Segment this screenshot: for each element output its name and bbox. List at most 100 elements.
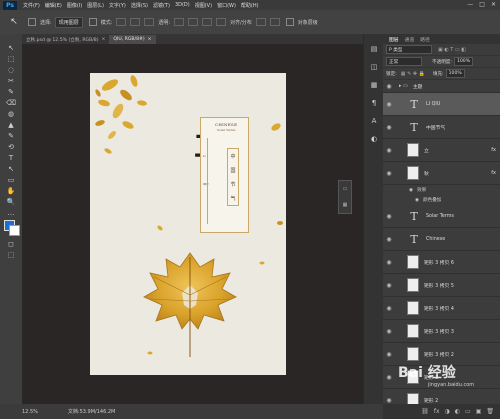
visibility-eye-icon[interactable]: ◉ (415, 198, 419, 203)
layer-row[interactable]: ◉ T Chinese (383, 228, 500, 251)
menu-file[interactable]: 文件(F) (23, 2, 40, 9)
visibility-eye-icon[interactable]: ◉ (383, 236, 395, 243)
properties-icon[interactable]: ◫ (364, 58, 384, 76)
gradient-tool-icon[interactable]: ▲ (0, 119, 22, 130)
menu-image[interactable]: 图像(I) (67, 2, 82, 9)
history-brush-icon[interactable]: ⟲ (0, 141, 22, 152)
distribute-icon[interactable] (216, 18, 227, 26)
menu-layer[interactable]: 图层(L) (87, 2, 104, 9)
tab-paths[interactable]: 路径 (420, 36, 430, 43)
tab-close-icon[interactable]: × (102, 37, 106, 42)
paragraph-icon[interactable]: ¶ (364, 94, 384, 112)
history-icon[interactable]: ▤ (364, 40, 384, 58)
visibility-eye-icon[interactable]: ◉ (383, 374, 395, 381)
quick-mask-icon[interactable]: ◻ (0, 238, 22, 249)
filter-icons[interactable]: ▣ ◐ T ▭ ◧ (438, 47, 466, 53)
close-button[interactable]: ✕ (491, 1, 496, 8)
visibility-eye-icon[interactable]: ◉ (383, 213, 395, 220)
document-size[interactable]: 文档:53.9M/146.2M (68, 408, 115, 415)
distribute-icon[interactable] (202, 18, 213, 26)
visibility-eye-icon[interactable]: ◉ (383, 397, 395, 404)
zoom-tool-icon[interactable]: 🔍 (0, 196, 22, 207)
layer-row[interactable]: ◉ 矩形 3 拷贝 3 (383, 320, 500, 343)
move-tool-icon[interactable]: ↖ (0, 42, 22, 53)
stamp-tool-icon[interactable]: ◍ (0, 108, 22, 119)
tab-layers[interactable]: 图层 (389, 36, 399, 43)
character-icon[interactable]: A (364, 112, 384, 130)
visibility-eye-icon[interactable]: ◉ (409, 188, 413, 193)
menu-view[interactable]: 视图(V) (195, 2, 212, 9)
layer-row[interactable]: ◉ 矩形 3 拷贝 4 (383, 297, 500, 320)
effect-item-row[interactable]: ◉ 颜色叠加 (383, 195, 500, 205)
layer-row[interactable]: ◉ 秋 fx (383, 162, 500, 185)
distribute-icon[interactable] (174, 18, 185, 26)
visibility-eye-icon[interactable]: ◉ (383, 328, 395, 335)
swatches-icon[interactable]: ▦ (364, 76, 384, 94)
layer-row-selected[interactable]: ◉ T LI QIU (383, 93, 500, 116)
transform-checkbox[interactable] (88, 18, 97, 26)
menu-edit[interactable]: 编辑(E) (45, 2, 62, 9)
layer-row[interactable]: ◉ T Solar Terms (383, 205, 500, 228)
new-group-icon[interactable]: ▭ (465, 408, 471, 415)
menu-filter[interactable]: 滤镜(T) (153, 2, 170, 9)
3d-mode-icon[interactable] (269, 18, 280, 26)
align-icon[interactable] (144, 18, 155, 26)
document-tab[interactable]: 立秋.psd @ 12.5% (立秋, RGB/8) × (22, 35, 109, 44)
fx-icon[interactable]: fx (491, 170, 496, 176)
menu-help[interactable]: 帮助(H) (241, 2, 259, 9)
background-color-swatch[interactable] (9, 225, 20, 236)
shape-tool-icon[interactable]: ▭ (0, 174, 22, 185)
eraser-tool-icon[interactable]: ⌫ (0, 97, 22, 108)
layer-row[interactable]: ◉ 矩形 3 拷贝 5 (383, 274, 500, 297)
path-select-icon[interactable]: ↖ (0, 163, 22, 174)
visibility-eye-icon[interactable]: ◉ (383, 124, 395, 131)
align-icon[interactable] (116, 18, 127, 26)
fill-input[interactable]: 100% (445, 69, 465, 78)
trash-icon[interactable]: 🗑 (486, 408, 494, 415)
mask-icon[interactable]: ◑ (445, 408, 450, 415)
lasso-tool-icon[interactable]: ◌ (0, 64, 22, 75)
maximize-button[interactable]: □ (479, 1, 485, 8)
hand-tool-icon[interactable]: ✋ (0, 185, 22, 196)
screen-mode-icon[interactable]: ⬚ (0, 249, 22, 260)
adjustments-icon[interactable]: ◐ (364, 130, 384, 148)
menu-select[interactable]: 选择(S) (131, 2, 148, 9)
minimize-button[interactable]: — (467, 1, 473, 8)
visibility-eye-icon[interactable]: ◉ (383, 351, 395, 358)
layer-row[interactable]: ◉ 矩形 3 拷贝 6 (383, 251, 500, 274)
menu-3d[interactable]: 3D(D) (175, 2, 190, 9)
pen-tool-icon[interactable]: ✎ (0, 130, 22, 141)
tab-close-icon[interactable]: × (148, 37, 152, 42)
distribute-icon[interactable] (188, 18, 199, 26)
extra-checkbox[interactable] (285, 18, 294, 26)
visibility-eye-icon[interactable]: ◉ (383, 147, 395, 154)
auto-select-checkbox[interactable] (28, 18, 36, 26)
lock-icons[interactable]: ▦ ✎ ✥ 🔒 (401, 71, 425, 77)
document-tab-active[interactable]: QIU, RGB/8#) × (109, 35, 156, 44)
mini-panel-icon[interactable]: ▭ (343, 186, 348, 192)
auto-select-dropdown[interactable]: 现用图层 (54, 16, 83, 28)
layer-row[interactable]: ◉ 立 fx (383, 139, 500, 162)
document-canvas[interactable]: 立 秋 (90, 73, 286, 375)
3d-mode-icon[interactable] (255, 18, 266, 26)
visibility-eye-icon[interactable]: ◉ (383, 101, 395, 108)
fx-icon[interactable]: fx (434, 408, 440, 415)
color-swatches[interactable] (0, 218, 22, 238)
new-layer-icon[interactable]: ▣ (476, 408, 482, 415)
visibility-eye-icon[interactable]: ◉ (383, 259, 395, 266)
adjustment-icon[interactable]: ◐ (455, 408, 460, 415)
zoom-level[interactable]: 12.5% (22, 409, 38, 415)
opacity-input[interactable]: 100% (453, 57, 474, 66)
align-icon[interactable] (130, 18, 141, 26)
crop-tool-icon[interactable]: ✂ (0, 75, 22, 86)
visibility-eye-icon[interactable]: ◉ (383, 305, 395, 312)
visibility-eye-icon[interactable]: ◉ (383, 282, 395, 289)
layer-group-row[interactable]: ◉ ▸ ▭ 主题 (383, 80, 500, 93)
tab-channels[interactable]: 通道 (405, 36, 415, 43)
type-tool-icon[interactable]: T (0, 152, 22, 163)
blend-mode-select[interactable]: 正常 (386, 57, 422, 66)
menu-window[interactable]: 窗口(W) (217, 2, 236, 9)
link-layers-icon[interactable]: ⛓ (421, 408, 429, 415)
fx-icon[interactable]: fx (491, 147, 496, 153)
marquee-tool-icon[interactable]: ⬚ (0, 53, 22, 64)
